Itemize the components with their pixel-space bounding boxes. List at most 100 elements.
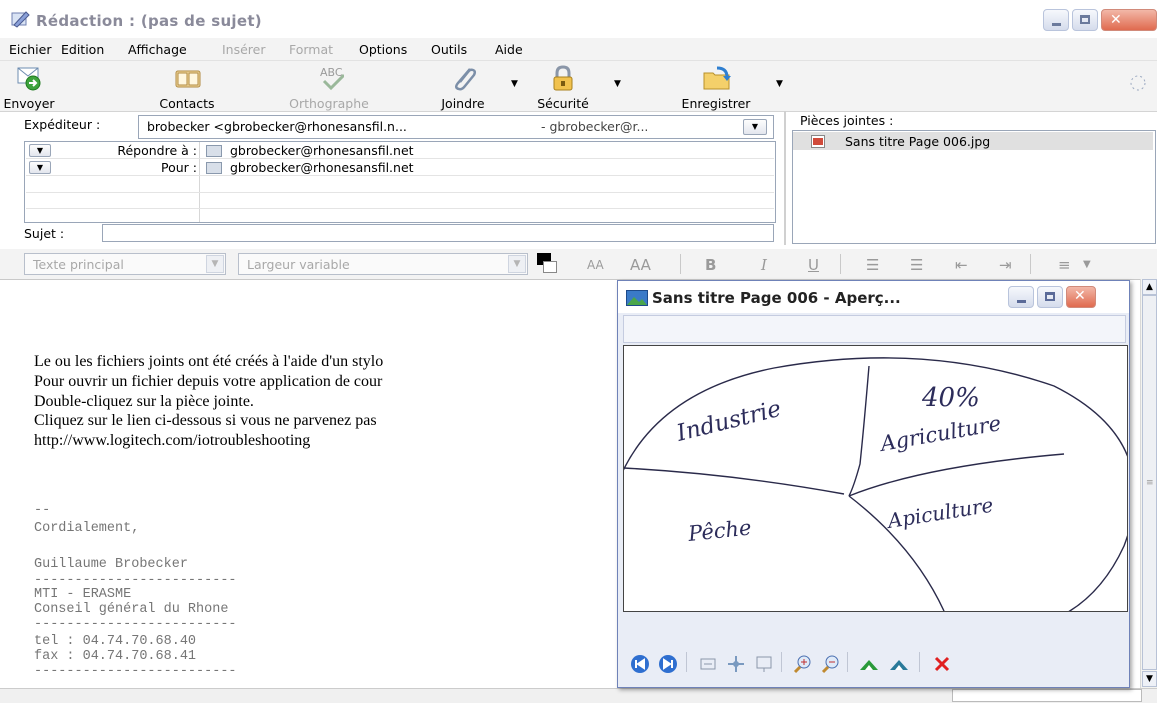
send-button[interactable]: Envoyer (0, 63, 58, 111)
main-toolbar: Envoyer Contacts ABC Orthographe Joindre… (0, 61, 1157, 112)
subject-label: Sujet : (24, 226, 65, 241)
actual-size-icon[interactable] (726, 654, 746, 674)
sketch-label: Agriculture (877, 411, 1003, 456)
spellcheck-icon: ABC (320, 66, 346, 91)
attach-dropdown-icon[interactable]: ▼ (511, 79, 518, 89)
recipients-list[interactable]: ▼ Répondre à : gbrobecker@rhonesansfil.n… (24, 141, 776, 223)
close-icon: ✕ (1074, 288, 1086, 304)
numbered-list-icon[interactable]: ☰ (910, 256, 923, 274)
menu-affichage[interactable]: Affichage (128, 42, 187, 57)
body-link[interactable]: http://www.logitech.com/iotroubleshootin… (34, 432, 310, 450)
scroll-down-icon[interactable]: ▼ (1142, 671, 1157, 687)
signature-line: Guillaume Brobecker (34, 557, 188, 572)
attach-button[interactable]: Joindre (428, 63, 498, 111)
signature-line: MTI - ERASME (34, 587, 132, 602)
pane-splitter[interactable] (784, 111, 786, 245)
body-line: Le ou les fichiers joints ont été créés … (34, 353, 384, 370)
signature-line: ------------------------- (34, 573, 237, 588)
menu-edition[interactable]: Edition (61, 42, 104, 57)
scroll-thumb[interactable]: ≡ (1142, 295, 1157, 670)
body-line: Pour ouvrir un fichier depuis votre appl… (34, 373, 383, 390)
smaller-text-button[interactable]: AA (587, 258, 604, 272)
menu-fichier[interactable]: Eichier (9, 42, 51, 57)
bold-button[interactable]: B (705, 256, 716, 274)
scroll-up-icon[interactable]: ▲ (1142, 279, 1157, 295)
paragraph-style-select[interactable]: Texte principal ▼ (24, 253, 226, 275)
zoom-out-icon[interactable] (820, 654, 840, 674)
rotate-clockwise-icon[interactable] (858, 654, 880, 674)
text-color-button[interactable] (537, 253, 557, 273)
next-image-icon[interactable] (658, 654, 678, 674)
attachment-item[interactable]: Sans titre Page 006.jpg (793, 132, 1153, 150)
slideshow-icon[interactable] (754, 654, 774, 674)
close-button[interactable]: ✕ (1101, 9, 1157, 31)
recipient-address: gbrobecker@rhonesansfil.net (230, 143, 414, 158)
font-select[interactable]: Largeur variable ▼ (238, 253, 528, 275)
save-button[interactable]: Enregistrer (666, 63, 766, 111)
attachment-name: Sans titre Page 006.jpg (845, 134, 991, 149)
menu-aide[interactable]: Aide (495, 42, 523, 57)
body-line: Double-cliquez sur la pièce jointe. (34, 393, 254, 410)
indent-icon[interactable]: ⇥ (999, 256, 1012, 274)
subject-input[interactable] (102, 224, 774, 242)
padlock-icon (553, 65, 573, 91)
delete-icon[interactable] (932, 654, 952, 674)
italic-button[interactable]: I (761, 256, 767, 274)
body-line: Cliquez sur le lien ci-dessous si vous n… (34, 412, 377, 429)
outdent-icon[interactable]: ⇤ (955, 256, 968, 274)
align-icon[interactable]: ≡ (1058, 256, 1071, 274)
previous-image-icon[interactable] (630, 654, 650, 674)
attachments-list[interactable]: Sans titre Page 006.jpg (792, 130, 1156, 244)
sketch-label: 40% (921, 383, 980, 413)
save-dropdown-icon[interactable]: ▼ (776, 79, 783, 89)
rotate-counterclockwise-icon[interactable] (888, 654, 910, 674)
preview-close-button[interactable]: ✕ (1066, 286, 1096, 308)
maximize-button[interactable] (1072, 9, 1098, 31)
format-toolbar: Texte principal ▼ Largeur variable ▼ AA … (0, 249, 1157, 280)
signature-line: tel : 04.74.70.68.40 (34, 634, 197, 649)
recipient-type-dropdown-icon[interactable]: ▼ (29, 161, 51, 174)
security-button[interactable]: Sécurité (528, 63, 598, 111)
preview-maximize-button[interactable] (1037, 286, 1063, 308)
title-bar[interactable]: Rédaction : (pas de sujet) ✕ (0, 0, 1157, 36)
from-dropdown-icon[interactable]: ▼ (743, 119, 767, 135)
body-scrollbar[interactable]: ▲ ≡ ▼ (1140, 279, 1157, 688)
attachments-label: Pièces jointes : (800, 113, 894, 128)
menu-outils[interactable]: Outils (431, 42, 467, 57)
contacts-button[interactable]: Contacts (140, 63, 234, 111)
throbber-icon (1130, 75, 1146, 91)
menu-options[interactable]: Options (359, 42, 407, 57)
chevron-down-icon[interactable]: ▼ (508, 255, 526, 273)
signature-line: fax : 04.74.70.68.41 (34, 649, 197, 664)
preview-title-bar[interactable]: Sans titre Page 006 - Aperç... ✕ (618, 281, 1129, 313)
minimize-button[interactable] (1043, 9, 1069, 31)
preview-title: Sans titre Page 006 - Aperç... (652, 289, 901, 307)
status-panel (952, 689, 1142, 702)
spelling-button[interactable]: ABC Orthographe (266, 63, 392, 111)
window-title: Rédaction : (pas de sujet) (36, 12, 262, 30)
align-dropdown-icon[interactable]: ▼ (1083, 259, 1091, 270)
contact-card-icon (206, 162, 222, 174)
best-fit-icon[interactable] (698, 654, 718, 674)
preview-minimize-button[interactable] (1008, 286, 1034, 308)
underline-button[interactable]: U (808, 256, 819, 274)
signature-line: ------------------------- (34, 664, 237, 679)
attach-label: Joindre (441, 96, 485, 111)
zoom-in-icon[interactable] (792, 654, 812, 674)
security-dropdown-icon[interactable]: ▼ (614, 79, 621, 89)
menu-inserer[interactable]: Insérer (222, 42, 266, 57)
preview-image[interactable]: Industrie 40% Agriculture Pêche Apicultu… (601, 345, 1136, 627)
from-suffix: - gbrobecker@r... (541, 119, 649, 134)
recipient-type: Pour : (161, 160, 197, 175)
menu-format[interactable]: Format (289, 42, 333, 57)
recipient-type: Répondre à : (117, 143, 197, 158)
from-select[interactable]: brobecker <gbrobecker@rhonesansfil.n... … (138, 115, 774, 139)
bullet-list-icon[interactable]: ☰ (866, 256, 879, 274)
larger-text-button[interactable]: AA (630, 256, 651, 274)
pie-sketch: Industrie 40% Agriculture Pêche Apicultu… (601, 357, 1136, 627)
spelling-label: Orthographe (289, 96, 369, 111)
recipient-type-dropdown-icon[interactable]: ▼ (29, 144, 51, 157)
image-preview-window[interactable]: Sans titre Page 006 - Aperç... ✕ Industr… (601, 280, 1136, 688)
chevron-down-icon[interactable]: ▼ (206, 255, 224, 273)
sketch-label: Apiculture (884, 493, 995, 534)
